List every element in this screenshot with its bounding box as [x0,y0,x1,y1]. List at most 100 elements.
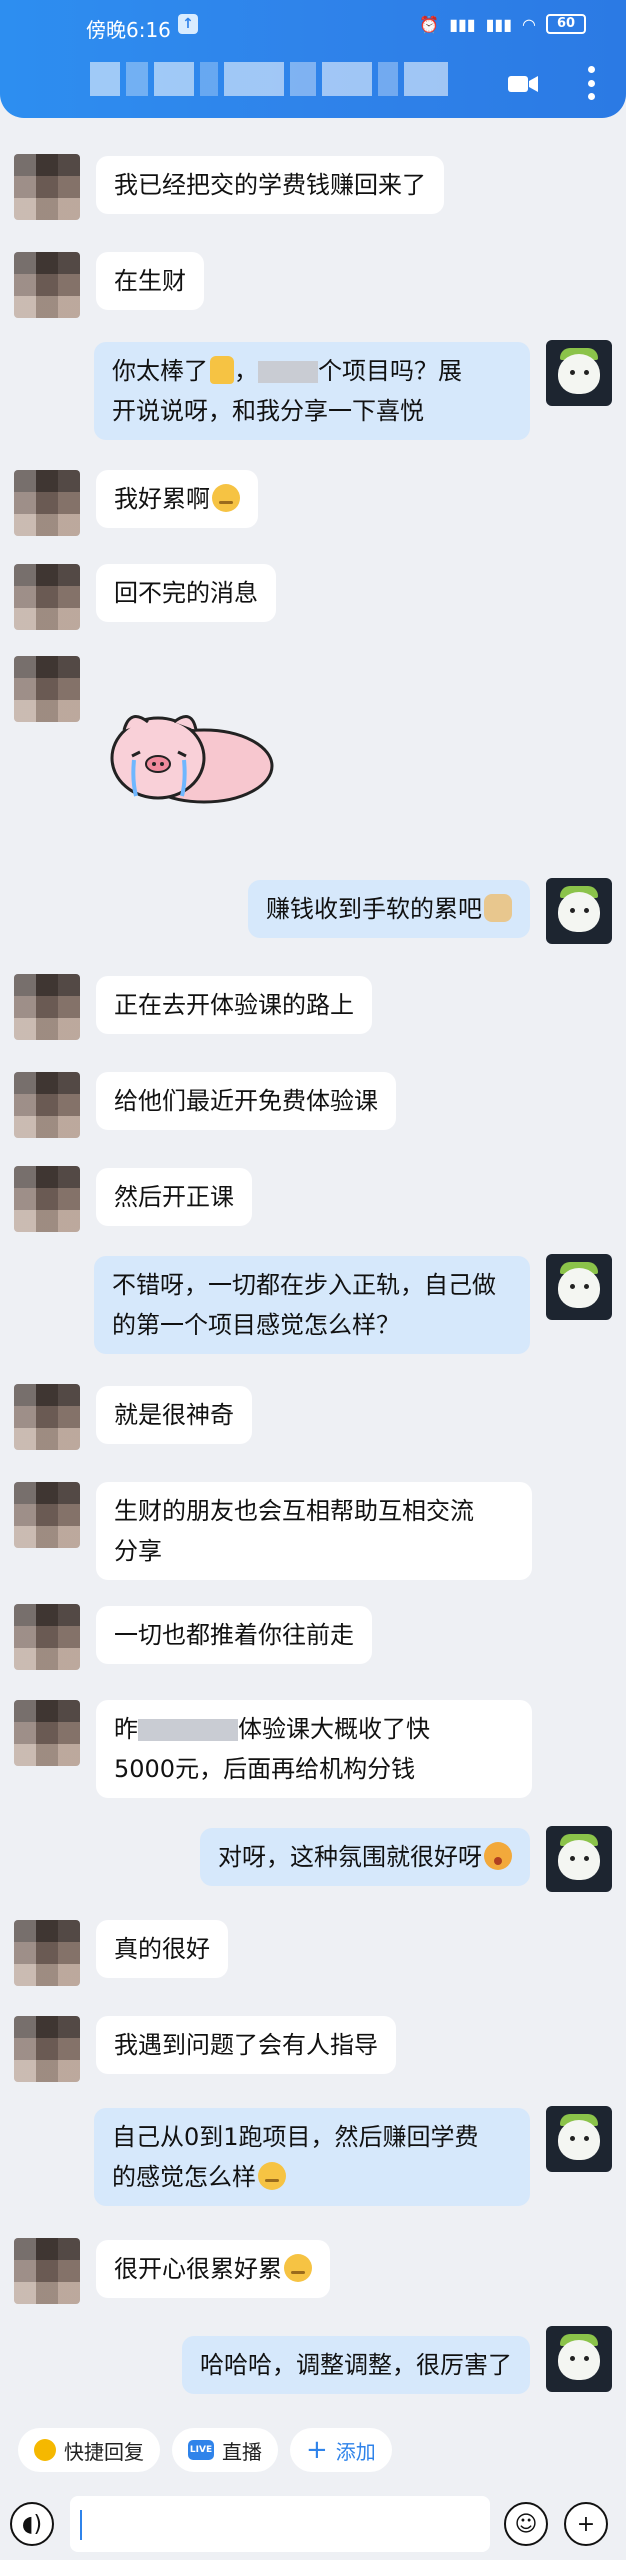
message-text: 我遇到问题了会有人指导 [114,2031,378,2059]
contact-avatar[interactable] [14,2238,80,2304]
doge-emoji-icon [484,894,512,922]
message-text: 真的很好 [114,1935,210,1963]
message-text: 哈哈哈，调整调整，很厉害了 [200,2351,512,2379]
thumbs-up-emoji-icon [210,356,234,384]
message-bubble-left[interactable]: 一切也都推着你往前走 [96,1606,372,1664]
video-call-icon[interactable] [506,70,540,98]
message-text: 的第一个项目感觉怎么样？ [112,1311,400,1339]
contact-avatar[interactable] [14,470,80,536]
message-text: 昨 [114,1715,138,1743]
live-button[interactable]: LIVE 直播 [172,2428,278,2472]
quick-reply-icon [34,2439,56,2461]
my-avatar[interactable] [546,1826,612,1892]
contact-avatar[interactable] [14,974,80,1040]
my-avatar[interactable] [546,2326,612,2392]
my-avatar[interactable] [546,1254,612,1320]
tired-emoji-icon [284,2254,312,2282]
plus-more-icon[interactable]: + [564,2502,608,2546]
more-options-icon[interactable] [586,66,596,100]
message-bubble-right[interactable]: 哈哈哈，调整调整，很厉害了 [182,2336,530,2394]
message-bubble-left[interactable]: 正在去开体验课的路上 [96,976,372,1034]
message-bubble-left[interactable]: 很开心很累好累 [96,2240,330,2298]
message-text: 5000元，后面再给机构分钱 [114,1755,416,1783]
status-time: 傍晚6:16 [86,18,171,42]
message-text: 对呀，这种氛围就很好呀 [218,1843,482,1871]
message-text: 我好累啊 [114,485,210,513]
message-text: 给他们最近开免费体验课 [114,1087,378,1115]
message-bubble-left[interactable]: 在生财 [96,252,204,310]
contact-avatar[interactable] [14,154,80,220]
message-text: 我已经把交的学费钱赚回来了 [114,171,426,199]
add-button[interactable]: + 添加 [290,2428,392,2472]
message-bubble-right[interactable]: 对呀，这种氛围就很好呀 [200,1828,530,1886]
emoji-icon[interactable]: ☺ [504,2502,548,2546]
message-text: 分享 [114,1537,162,1565]
message-input[interactable] [70,2496,490,2552]
message-text: 开说说呀，和我分享一下喜悦 [112,397,424,425]
contact-avatar[interactable] [14,1700,80,1766]
message-text: 回不完的消息 [114,579,258,607]
message-text: 正在去开体验课的路上 [114,991,354,1019]
message-bubble-left[interactable]: 我好累啊 [96,470,258,528]
plus-icon: + [306,2435,328,2465]
alarm-icon: ⏰ [419,14,440,34]
message-bubble-left[interactable]: 给他们最近开免费体验课 [96,1072,396,1130]
message-text: 然后开正课 [114,1183,234,1211]
message-bubble-right[interactable]: 你太棒了，个项目吗？展 开说说呀，和我分享一下喜悦 [94,342,530,440]
contact-avatar[interactable] [14,252,80,318]
quick-action-bar: 快捷回复 LIVE 直播 + 添加 [0,2420,626,2480]
message-bubble-left[interactable]: 然后开正课 [96,1168,252,1226]
title-bar: 傍晚6:16 ↑ ⏰ ▮▮▮ ▮▮▮ ◠ 60 [0,0,626,118]
tired-emoji-icon [212,484,240,512]
contact-avatar[interactable] [14,1920,80,1986]
surprised-emoji-icon [484,1842,512,1870]
signal-icon: ▮▮▮ [449,14,476,34]
my-avatar[interactable] [546,878,612,944]
contact-avatar[interactable] [14,1604,80,1670]
message-text: 自己从0到1跑项目，然后赚回学费 [112,2123,479,2151]
message-bubble-left[interactable]: 回不完的消息 [96,564,276,622]
contact-avatar[interactable] [14,1166,80,1232]
my-avatar[interactable] [546,2106,612,2172]
text-caret [80,2510,82,2540]
message-text: 就是很神奇 [114,1401,234,1429]
quick-reply-button[interactable]: 快捷回复 [18,2428,160,2472]
voice-icon[interactable]: ◖) [10,2502,54,2546]
input-bar: ◖) ☺ + [0,2488,626,2560]
battery-icon: 60 [546,14,586,34]
crying-pig-sticker[interactable] [96,700,276,812]
contact-avatar[interactable] [14,1482,80,1548]
contact-avatar[interactable] [14,2016,80,2082]
redacted-text [258,361,318,383]
message-text: 不错呀，一切都在步入正轨，自己做 [112,1271,496,1299]
thinking-emoji-icon [258,2162,286,2190]
message-bubble-left[interactable]: 昨 体验课大概收了快 5000元，后面再给机构分钱 [96,1700,532,1798]
live-icon: LIVE [188,2440,214,2460]
message-bubble-right[interactable]: 自己从0到1跑项目，然后赚回学费 的感觉怎么样 [94,2108,530,2206]
message-text: 你太棒了 [112,357,208,385]
contact-avatar[interactable] [14,564,80,630]
contact-avatar[interactable] [14,1384,80,1450]
quick-reply-label: 快捷回复 [64,2439,144,2464]
my-avatar[interactable] [546,340,612,406]
add-label: 添加 [335,2439,376,2464]
live-label: 直播 [222,2439,262,2464]
message-text: 生财的朋友也会互相帮助互相交流 [114,1497,474,1525]
message-bubble-right[interactable]: 不错呀，一切都在步入正轨，自己做 的第一个项目感觉怎么样？ [94,1256,530,1354]
status-bar: 傍晚6:16 ↑ ⏰ ▮▮▮ ▮▮▮ ◠ 60 [0,0,626,54]
message-text: 体验课大概收了快 [238,1715,430,1743]
message-bubble-left[interactable]: 真的很好 [96,1920,228,1978]
contact-avatar[interactable] [14,1072,80,1138]
message-text: 个项目吗？展 [318,357,462,385]
message-bubble-right[interactable]: 赚钱收到手软的累吧 [248,880,530,938]
message-text: 赚钱收到手软的累吧 [266,895,482,923]
chat-title-pixelated [90,62,450,100]
message-bubble-left[interactable]: 我已经把交的学费钱赚回来了 [96,156,444,214]
message-bubble-left[interactable]: 我遇到问题了会有人指导 [96,2016,396,2074]
contact-avatar[interactable] [14,656,80,722]
message-bubble-left[interactable]: 生财的朋友也会互相帮助互相交流 分享 [96,1482,532,1580]
message-text: 一切也都推着你往前走 [114,1621,354,1649]
message-text: 的感觉怎么样 [112,2163,256,2191]
message-bubble-left[interactable]: 就是很神奇 [96,1386,252,1444]
message-text: 很开心很累好累 [114,2255,282,2283]
